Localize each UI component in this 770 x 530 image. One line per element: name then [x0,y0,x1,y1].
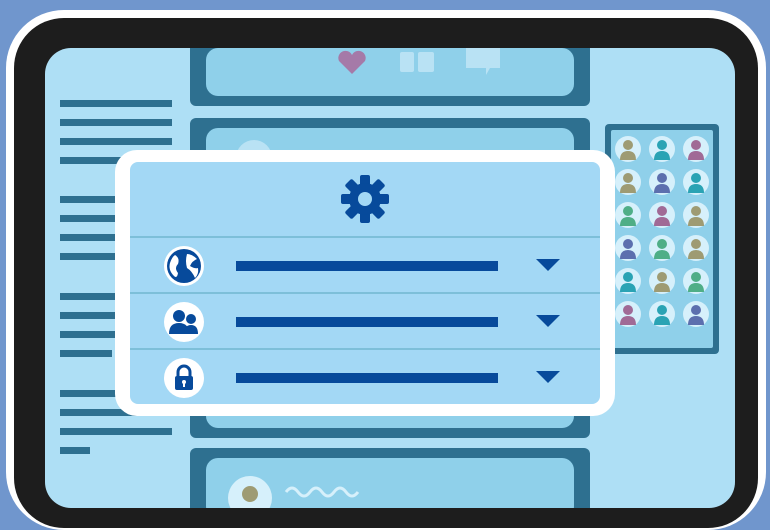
person-icon [683,234,709,261]
contact-avatar[interactable] [611,231,645,264]
contact-avatar[interactable] [679,297,713,330]
person-icon [683,201,709,228]
contact-avatar[interactable] [611,165,645,198]
settings-panel [130,162,600,404]
person-icon [615,168,641,195]
people-grid [611,130,713,348]
text-line [60,428,172,435]
people-icon [164,302,204,342]
person-icon [683,135,709,162]
person-icon [649,300,675,327]
feed-post-card [206,458,574,508]
globe-icon [164,246,204,286]
audience-select-value [236,317,498,327]
person-icon [615,135,641,162]
avatar [228,476,272,508]
text-line [60,350,112,357]
settings-header [130,162,600,236]
contact-avatar[interactable] [645,165,679,198]
settings-row-audience[interactable] [130,292,600,350]
contact-avatar[interactable] [679,132,713,165]
contact-avatar[interactable] [611,297,645,330]
contact-avatar[interactable] [611,132,645,165]
settings-row-language[interactable] [130,236,600,294]
person-icon [649,267,675,294]
contact-avatar[interactable] [645,198,679,231]
share-icon[interactable] [400,52,436,74]
person-icon [683,267,709,294]
privacy-select-value [236,373,498,383]
person-icon [649,168,675,195]
contact-avatar[interactable] [679,198,713,231]
contact-avatar[interactable] [645,264,679,297]
text-line [60,138,172,145]
comment-icon[interactable] [464,48,502,76]
gear-icon [341,175,389,223]
feed-post-card [206,48,574,96]
person-icon [683,168,709,195]
settings-dialog [115,150,615,416]
person-icon [615,300,641,327]
person-icon [649,201,675,228]
text-line [60,447,90,454]
feed-post[interactable] [190,48,590,106]
person-icon [683,300,709,327]
person-icon [649,135,675,162]
person-icon [649,234,675,261]
person-icon [615,267,641,294]
contact-avatar[interactable] [679,231,713,264]
chevron-down-icon[interactable] [536,315,560,327]
lock-icon [164,358,204,398]
contact-avatar[interactable] [679,165,713,198]
feed-post[interactable] [190,448,590,508]
chevron-down-icon[interactable] [536,259,560,271]
contact-avatar[interactable] [679,264,713,297]
heart-icon[interactable] [336,50,368,74]
contact-avatar[interactable] [645,132,679,165]
contact-avatar[interactable] [645,297,679,330]
person-icon [615,201,641,228]
contact-avatar[interactable] [645,231,679,264]
post-text-squiggle [284,486,360,498]
text-line [60,100,172,107]
chevron-down-icon[interactable] [536,371,560,383]
person-icon [615,234,641,261]
text-line [60,119,172,126]
people-panel [605,124,719,354]
language-select-value [236,261,498,271]
settings-row-privacy[interactable] [130,348,600,406]
contact-avatar[interactable] [611,198,645,231]
contact-avatar[interactable] [611,264,645,297]
